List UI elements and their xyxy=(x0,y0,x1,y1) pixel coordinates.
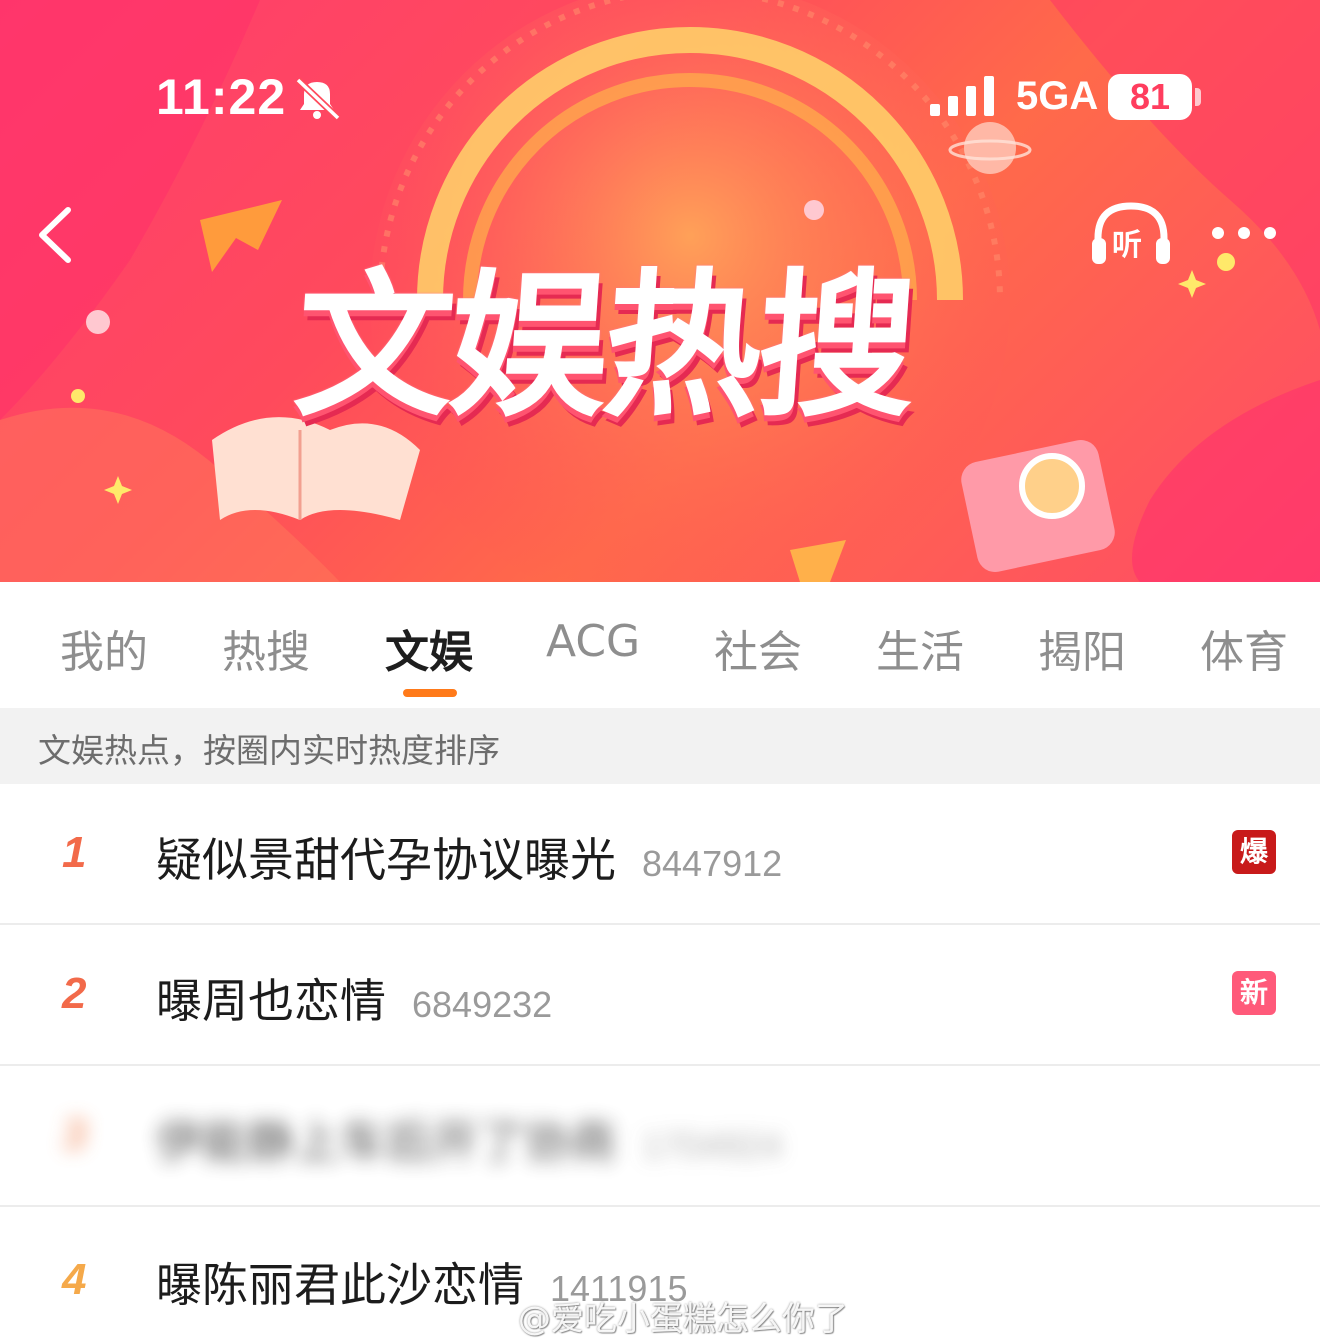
heat-value: 1704924 xyxy=(642,1125,783,1166)
page-title: 文娱热搜 xyxy=(289,255,919,439)
list-item[interactable]: 1 疑似景甜代孕协议曝光 8447912 爆 xyxy=(0,784,1320,925)
list-item[interactable]: 2 曝周也恋情 6849232 新 xyxy=(0,925,1320,1066)
topic-text: 曝陈丽君此沙恋情 xyxy=(156,1258,524,1312)
heat-value: 6849232 xyxy=(412,984,553,1025)
tab-hot[interactable]: 热搜 xyxy=(222,616,310,680)
rank-number: 1 xyxy=(62,828,87,877)
signal-strength-icon xyxy=(930,76,994,116)
battery-level: 81 xyxy=(1108,74,1192,120)
listen-label: 听 xyxy=(1112,228,1142,263)
explosive-badge: 爆 xyxy=(1232,830,1276,874)
battery-tip xyxy=(1195,88,1201,106)
tab-life[interactable]: 生活 xyxy=(876,616,964,680)
topic-text: 疑似景甜代孕协议曝光 xyxy=(156,833,616,887)
list-item[interactable]: 3 伊能静上车后开了协商 1704924 xyxy=(0,1066,1320,1207)
tab-sports[interactable]: 体育 xyxy=(1200,616,1288,680)
topic-text: 曝周也恋情 xyxy=(156,974,386,1028)
active-tab-indicator xyxy=(403,689,457,697)
topic-title: 伊能静上车后开了协商 1704924 xyxy=(156,1106,782,1172)
tab-acg[interactable]: ACG xyxy=(546,616,640,667)
watermark-text: @爱吃小蛋糕怎么你了 xyxy=(518,1299,848,1338)
topic-text: 伊能静上车后开了协商 xyxy=(156,1115,616,1169)
tab-entertainment[interactable]: 文娱 xyxy=(385,616,473,680)
rank-number: 4 xyxy=(62,1255,87,1304)
tab-society[interactable]: 社会 xyxy=(714,616,802,680)
network-type: 5GA xyxy=(1016,74,1099,118)
more-options-button[interactable] xyxy=(1206,218,1282,248)
topic-title: 疑似景甜代孕协议曝光 8447912 xyxy=(156,824,782,890)
rank-number: 2 xyxy=(62,969,87,1018)
heat-value: 8447912 xyxy=(642,843,783,884)
new-badge: 新 xyxy=(1232,971,1276,1015)
header-banner: 11:22 5GA 81 听 文娱热搜 xyxy=(0,0,1320,582)
status-time: 11:22 xyxy=(156,69,287,125)
tab-mine[interactable]: 我的 xyxy=(60,616,148,680)
more-dot-icon xyxy=(1264,227,1276,239)
back-button[interactable] xyxy=(28,200,88,270)
topic-title: 曝周也恋情 6849232 xyxy=(156,965,552,1031)
more-dot-icon xyxy=(1212,227,1224,239)
hint-text: 文娱热点，按圈内实时热度排序 xyxy=(38,731,500,770)
tab-jieyang[interactable]: 揭阳 xyxy=(1038,616,1126,680)
more-dot-icon xyxy=(1238,227,1250,239)
weibo-logo-icon xyxy=(473,1303,510,1333)
mute-bell-icon xyxy=(295,77,341,120)
watermark: @爱吃小蛋糕怎么你了 xyxy=(472,1292,848,1340)
rank-number: 3 xyxy=(62,1110,87,1159)
